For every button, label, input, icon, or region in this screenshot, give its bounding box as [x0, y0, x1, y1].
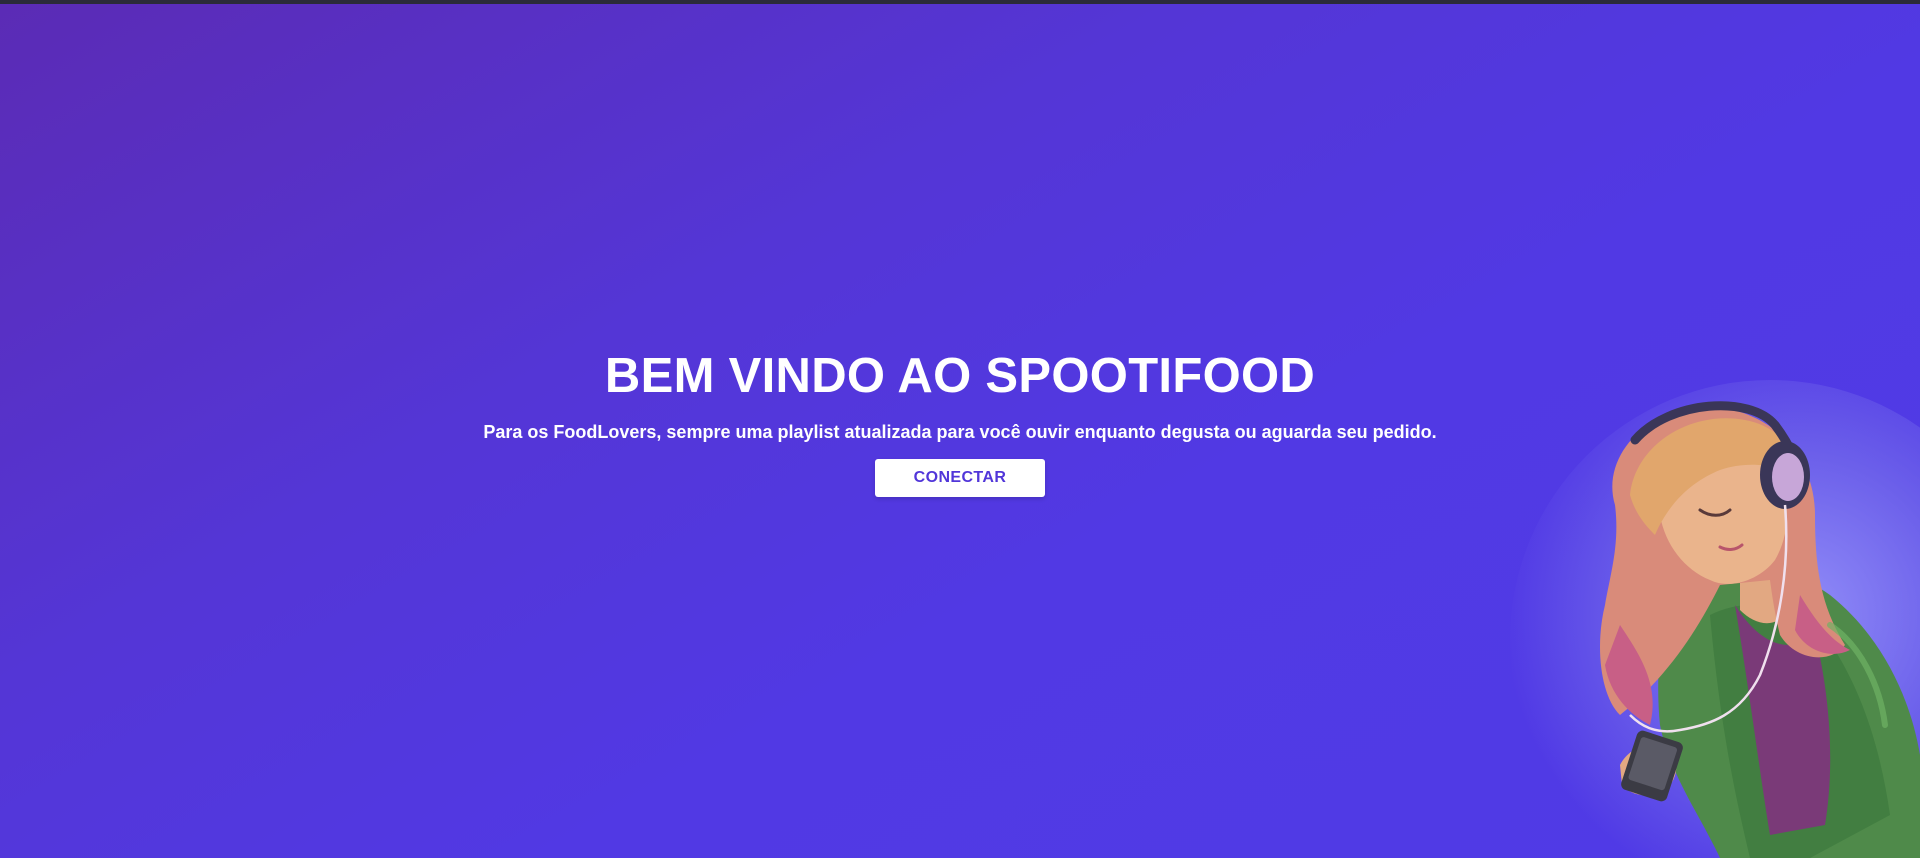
connect-button[interactable]: CONECTAR	[875, 459, 1045, 497]
girl-with-headphones-illustration	[1600, 401, 1920, 858]
browser-top-edge	[0, 0, 1920, 4]
headphone-cup-inner	[1772, 453, 1804, 501]
landing-page: BEM VINDO AO SPOOTIFOOD Para os FoodLove…	[0, 0, 1920, 858]
